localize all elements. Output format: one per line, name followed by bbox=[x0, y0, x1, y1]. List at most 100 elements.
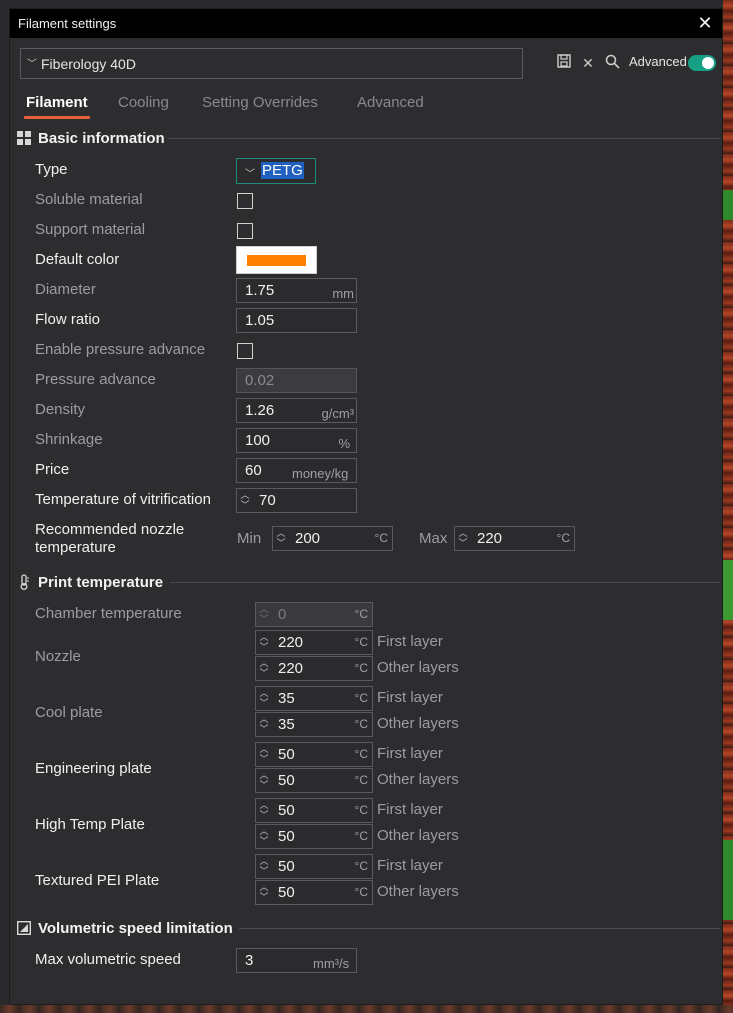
nozzle-other-layers-stepper[interactable]: ︿ ﹀ 220 °C bbox=[255, 656, 373, 681]
shrinkage-label: Shrinkage bbox=[35, 431, 103, 448]
chevron-down-icon: ﹀ bbox=[245, 169, 255, 180]
support-material-checkbox[interactable] bbox=[237, 223, 253, 239]
stepper-arrows-icon[interactable]: ︿ ﹀ bbox=[259, 688, 269, 708]
nozzle-temp-max-stepper[interactable]: ︿ ﹀ 220 °C bbox=[454, 526, 575, 551]
nozzle-label: Nozzle bbox=[35, 648, 81, 665]
section-print-temperature: Print temperature bbox=[16, 572, 163, 592]
unit-celsius: °C bbox=[354, 607, 368, 621]
unit-celsius: °C bbox=[354, 773, 368, 787]
high-temp-plate-first-layer-stepper[interactable]: ︿ ﹀ 50 °C bbox=[255, 798, 373, 823]
cool-plate-first-layer-value: 35 bbox=[278, 690, 295, 707]
stepper-arrows-icon[interactable]: ︿ ﹀ bbox=[458, 528, 468, 548]
advanced-label: Advanced bbox=[629, 54, 687, 69]
shrinkage-input[interactable]: 100 % bbox=[236, 428, 357, 453]
window-title: Filament settings bbox=[18, 16, 117, 31]
stepper-arrows-icon[interactable]: ︿ ﹀ bbox=[259, 800, 269, 820]
chevron-down-icon: ﹀ bbox=[27, 59, 37, 70]
shrinkage-value: 100 bbox=[245, 432, 271, 449]
preset-dropdown[interactable]: ﹀ Fiberology 40D bbox=[20, 48, 523, 79]
engineering-plate-other-layers-stepper[interactable]: ︿ ﹀ 50 °C bbox=[255, 768, 373, 793]
stepper-arrows-icon[interactable]: ︿ ﹀ bbox=[240, 490, 250, 510]
stepper-arrows-icon[interactable]: ︿ ﹀ bbox=[259, 714, 269, 734]
preset-toolbar: ﹀ Fiberology 40D ✕ Advanced bbox=[10, 38, 722, 94]
thermometer-icon bbox=[16, 574, 32, 590]
unit-celsius: °C bbox=[354, 859, 368, 873]
textured-pei-plate-first-layer-stepper[interactable]: ︿ ﹀ 50 °C bbox=[255, 854, 373, 879]
unit-celsius: °C bbox=[556, 531, 570, 545]
nozzle-temp-min-stepper[interactable]: ︿ ﹀ 200 °C bbox=[272, 526, 393, 551]
active-tab-indicator bbox=[24, 116, 90, 119]
grid-icon bbox=[16, 130, 32, 146]
stepper-arrows-icon[interactable]: ︿ ﹀ bbox=[259, 856, 269, 876]
engineering-plate-label: Engineering plate bbox=[35, 760, 152, 777]
close-icon[interactable]: ✕ bbox=[696, 13, 714, 33]
price-unit: money/kg bbox=[292, 466, 349, 481]
section-volumetric-speed: Volumetric speed limitation bbox=[16, 918, 233, 938]
stepper-arrows-icon[interactable]: ︿ ﹀ bbox=[259, 658, 269, 678]
engineering-plate-first-layer-stepper[interactable]: ︿ ﹀ 50 °C bbox=[255, 742, 373, 767]
tab-advanced[interactable]: Advanced bbox=[357, 94, 424, 111]
tab-filament[interactable]: Filament bbox=[26, 94, 88, 111]
high-temp-plate-first-layer-value: 50 bbox=[278, 802, 295, 819]
default-color-button[interactable] bbox=[236, 246, 317, 274]
soluble-material-label: Soluble material bbox=[35, 191, 143, 208]
nozzle-first-layer-stepper[interactable]: ︿ ﹀ 220 °C bbox=[255, 630, 373, 655]
advanced-toggle[interactable] bbox=[688, 55, 716, 71]
pressure-advance-value: 0.02 bbox=[245, 372, 275, 389]
unit-celsius: °C bbox=[354, 829, 368, 843]
cool-plate-first-layer-stepper[interactable]: ︿ ﹀ 35 °C bbox=[255, 686, 373, 711]
other-layers-label: Other layers bbox=[377, 883, 459, 900]
section-divider bbox=[168, 138, 720, 139]
high-temp-plate-other-layers-stepper[interactable]: ︿ ﹀ 50 °C bbox=[255, 824, 373, 849]
textured-pei-plate-other-layers-stepper[interactable]: ︿ ﹀ 50 °C bbox=[255, 880, 373, 905]
first-layer-label: First layer bbox=[377, 857, 443, 874]
density-value: 1.26 bbox=[245, 402, 275, 419]
cool-plate-other-layers-stepper[interactable]: ︿ ﹀ 35 °C bbox=[255, 712, 373, 737]
flow-ratio-input[interactable]: 1.05 bbox=[236, 308, 357, 333]
soluble-material-checkbox[interactable] bbox=[237, 193, 253, 209]
save-icon[interactable] bbox=[555, 54, 573, 72]
search-icon[interactable] bbox=[603, 54, 621, 72]
max-volumetric-speed-input[interactable]: 3 mm³/s bbox=[236, 948, 357, 973]
stepper-arrows-icon[interactable]: ︿ ﹀ bbox=[259, 744, 269, 764]
speed-limit-icon bbox=[16, 920, 32, 936]
chamber-temperature-stepper: ︿ ﹀ 0 °C bbox=[255, 602, 373, 627]
stepper-arrows-icon[interactable]: ︿ ﹀ bbox=[259, 882, 269, 902]
price-label: Price bbox=[35, 461, 70, 478]
section-divider bbox=[239, 928, 720, 929]
diameter-input[interactable]: 1.75 mm bbox=[236, 278, 357, 303]
enable-pressure-advance-label: Enable pressure advance bbox=[35, 341, 206, 358]
other-layers-label: Other layers bbox=[377, 715, 459, 732]
vitrification-stepper[interactable]: ︿ ﹀ 70 bbox=[236, 488, 357, 513]
title-bar: Filament settings ✕ bbox=[10, 9, 722, 38]
stepper-arrows-icon[interactable]: ︿ ﹀ bbox=[276, 528, 286, 548]
stepper-arrows-icon[interactable]: ︿ ﹀ bbox=[259, 826, 269, 846]
enable-pressure-advance-checkbox[interactable] bbox=[237, 343, 253, 359]
price-value: 60 bbox=[245, 462, 262, 479]
background-artwork-detail bbox=[723, 190, 733, 220]
nozzle-temperature-label: Recommended nozzle temperature bbox=[35, 521, 185, 556]
color-swatch bbox=[247, 255, 306, 266]
tab-cooling[interactable]: Cooling bbox=[118, 94, 169, 111]
unit-celsius: °C bbox=[354, 717, 368, 731]
stepper-arrows-icon[interactable]: ︿ ﹀ bbox=[259, 770, 269, 790]
unit-celsius: °C bbox=[354, 635, 368, 649]
tab-bar: Filament Cooling Setting Overrides Advan… bbox=[10, 94, 722, 122]
price-input[interactable]: 60 money/kg bbox=[236, 458, 357, 483]
delete-icon[interactable]: ✕ bbox=[579, 54, 597, 72]
high-temp-plate-other-layers-value: 50 bbox=[278, 828, 295, 845]
max-volumetric-speed-unit: mm³/s bbox=[313, 956, 350, 971]
stepper-arrows-icon: ︿ ﹀ bbox=[259, 604, 269, 624]
diameter-value: 1.75 bbox=[245, 282, 275, 299]
stepper-arrows-icon[interactable]: ︿ ﹀ bbox=[259, 632, 269, 652]
preset-name: Fiberology 40D bbox=[41, 55, 136, 72]
unit-celsius: °C bbox=[354, 661, 368, 675]
other-layers-label: Other layers bbox=[377, 659, 459, 676]
nozzle-temp-min-value: 200 bbox=[295, 530, 321, 547]
type-dropdown[interactable]: ﹀ PETG bbox=[236, 158, 316, 184]
density-input[interactable]: 1.26 g/cm³ bbox=[236, 398, 357, 423]
max-volumetric-speed-label: Max volumetric speed bbox=[35, 951, 181, 968]
tab-setting-overrides[interactable]: Setting Overrides bbox=[202, 94, 318, 111]
density-label: Density bbox=[35, 401, 86, 418]
section-title: Basic information bbox=[38, 129, 165, 147]
